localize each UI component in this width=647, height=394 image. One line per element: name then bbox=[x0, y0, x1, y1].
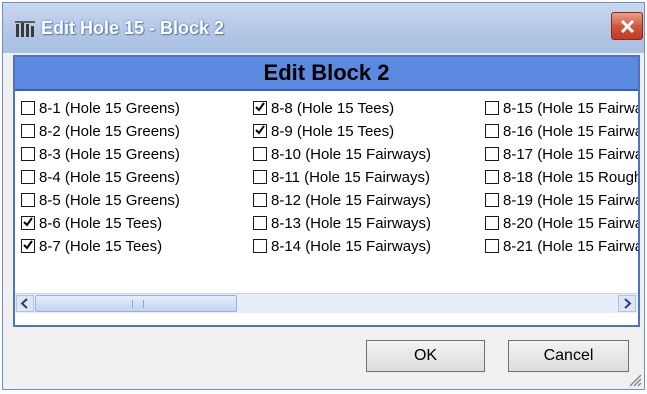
checkbox[interactable] bbox=[485, 124, 499, 138]
checkbox[interactable] bbox=[485, 193, 499, 207]
checkbox[interactable] bbox=[21, 170, 35, 184]
checkbox[interactable] bbox=[485, 216, 499, 230]
cancel-button[interactable]: Cancel bbox=[508, 340, 629, 372]
scroll-grip-icon bbox=[132, 300, 144, 308]
ok-button[interactable]: OK bbox=[366, 340, 485, 372]
checkbox[interactable] bbox=[21, 147, 35, 161]
checkbox-label: 8-14 (Hole 15 Fairways) bbox=[271, 238, 432, 255]
checkbox-label: 8-7 (Hole 15 Tees) bbox=[39, 238, 163, 255]
checkbox-label: 8-11 (Hole 15 Fairways) bbox=[271, 169, 430, 186]
resize-grip-icon[interactable] bbox=[626, 371, 642, 387]
checkbox-label: 8-19 (Hole 15 Fairways) bbox=[503, 192, 638, 209]
checkbox[interactable] bbox=[21, 124, 35, 138]
checkbox[interactable] bbox=[21, 216, 35, 230]
checkbox-label: 8-12 (Hole 15 Fairways) bbox=[271, 192, 432, 209]
horizontal-scrollbar[interactable] bbox=[15, 293, 638, 313]
checkbox-label: 8-20 (Hole 15 Fairways) bbox=[503, 215, 638, 232]
block-header-label: Edit Block 2 bbox=[263, 60, 390, 85]
scroll-thumb[interactable] bbox=[35, 295, 237, 312]
checkbox-label: 8-6 (Hole 15 Tees) bbox=[39, 215, 163, 232]
scroll-right-arrow-icon bbox=[624, 298, 632, 309]
checkbox[interactable] bbox=[253, 124, 267, 138]
title-bar[interactable]: Edit Hole 15 - Block 2 bbox=[3, 3, 644, 53]
close-icon bbox=[620, 19, 635, 34]
checkbox[interactable] bbox=[21, 101, 35, 115]
checkbox[interactable] bbox=[21, 239, 35, 253]
checkbox[interactable] bbox=[485, 147, 499, 161]
scroll-left-button[interactable] bbox=[16, 295, 34, 312]
checkbox[interactable] bbox=[253, 101, 267, 115]
checkbox-label: 8-17 (Hole 15 Fairways) bbox=[503, 146, 638, 163]
checkbox[interactable] bbox=[485, 101, 499, 115]
checkbox-label: 8-13 (Hole 15 Fairways) bbox=[271, 215, 432, 232]
window-title: Edit Hole 15 - Block 2 bbox=[41, 18, 225, 38]
checkbox-label: 8-5 (Hole 15 Greens) bbox=[39, 192, 180, 209]
checkbox-label: 8-4 (Hole 15 Greens) bbox=[39, 169, 180, 186]
checkbox-label: 8-21 (Hole 15 Fairways) bbox=[503, 238, 638, 255]
checkbox-label: 8-8 (Hole 15 Tees) bbox=[271, 100, 395, 117]
scroll-right-button[interactable] bbox=[618, 295, 636, 312]
checkbox[interactable] bbox=[253, 239, 267, 253]
checkbox[interactable] bbox=[253, 170, 267, 184]
block-header: Edit Block 2 bbox=[15, 57, 638, 91]
checkbox[interactable] bbox=[253, 147, 267, 161]
checkbox[interactable] bbox=[253, 216, 267, 230]
scroll-left-arrow-icon bbox=[20, 298, 28, 309]
block-panel: Edit Block 2 8-1 (Hole 15 Greens) 8-2 (H… bbox=[13, 55, 640, 327]
checkbox-label: 8-1 (Hole 15 Greens) bbox=[39, 100, 180, 117]
checkbox-grid: 8-1 (Hole 15 Greens) 8-2 (Hole 15 Greens… bbox=[15, 93, 638, 293]
checkbox[interactable] bbox=[485, 239, 499, 253]
checkbox-label: 8-10 (Hole 15 Fairways) bbox=[271, 146, 432, 163]
checkbox[interactable] bbox=[485, 170, 499, 184]
checkbox-label: 8-2 (Hole 15 Greens) bbox=[39, 123, 180, 140]
app-icon bbox=[15, 20, 35, 38]
checkbox[interactable] bbox=[253, 193, 267, 207]
checkbox-label: 8-15 (Hole 15 Fairways) bbox=[503, 100, 638, 117]
checkbox[interactable] bbox=[21, 193, 35, 207]
checkbox-label: 8-3 (Hole 15 Greens) bbox=[39, 146, 180, 163]
checkbox-label: 8-16 (Hole 15 Fairways) bbox=[503, 123, 638, 140]
edit-hole-dialog: Edit Hole 15 - Block 2 Edit Block 2 8-1 … bbox=[2, 2, 645, 390]
close-button[interactable] bbox=[611, 12, 643, 40]
checkbox-label: 8-9 (Hole 15 Tees) bbox=[271, 123, 395, 140]
checkbox-label: 8-18 (Hole 15 Roughs) bbox=[503, 169, 638, 186]
